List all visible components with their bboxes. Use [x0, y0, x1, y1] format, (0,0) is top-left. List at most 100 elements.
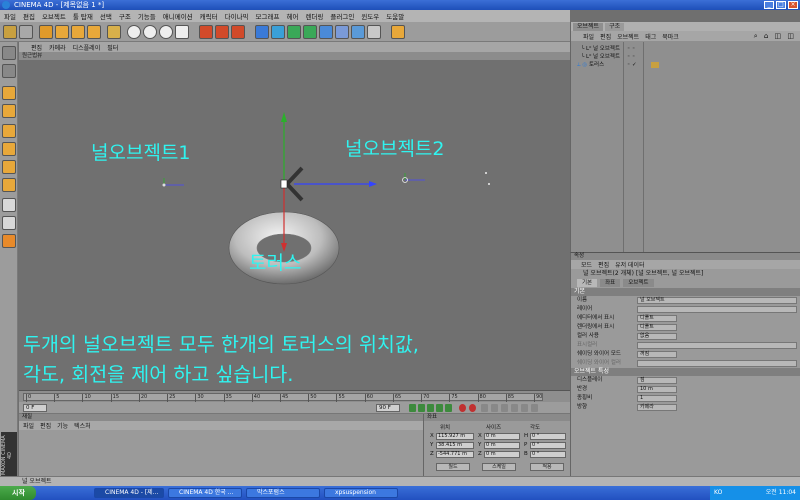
tab-structure[interactable]: 구조 [605, 23, 625, 31]
y-axis-icon[interactable] [143, 25, 157, 39]
xray-mode-dropdown[interactable]: 꺼짐 [637, 351, 677, 358]
edges-mode-icon[interactable] [2, 142, 16, 156]
object-mode-icon[interactable] [2, 64, 16, 78]
start-button[interactable]: 시작 [0, 486, 36, 500]
mat-menu-file[interactable]: 파일 [23, 421, 34, 430]
rotate-icon[interactable] [87, 25, 101, 39]
mat-menu-edit[interactable]: 편집 [40, 421, 51, 430]
om-menu-bookmark[interactable]: 북마크 [662, 32, 679, 41]
tweak-mode-icon[interactable] [2, 198, 16, 212]
nurbs-icon[interactable] [287, 25, 301, 39]
am-menu-mode[interactable]: 모드 [581, 260, 592, 269]
timeline-ruler[interactable]: 0 5 10 15 20 25 30 35 40 45 50 55 60 65 70 75 80 85 90 [23, 393, 543, 402]
coordinate-system-icon[interactable] [175, 25, 189, 39]
size-y-field[interactable]: 0 m [484, 442, 520, 449]
viewport-menu-edit[interactable]: 편집 [31, 43, 42, 52]
array-icon[interactable] [303, 25, 317, 39]
viewport-menu-camera[interactable]: 카메라 [49, 43, 66, 52]
tab-objects[interactable]: 오브젝트 [573, 23, 604, 31]
texture-mode-icon[interactable] [2, 86, 16, 100]
size-z-field[interactable]: 0 m [484, 451, 520, 458]
display-dropdown[interactable]: 점 [637, 377, 677, 384]
orientation-dropdown[interactable]: 카메라 [637, 404, 677, 411]
menu-character[interactable]: 캐릭터 [200, 11, 218, 21]
model-mode-icon[interactable] [2, 46, 16, 60]
am-tab-coord[interactable]: 좌표 [600, 279, 621, 287]
radius-field[interactable]: 10 m [637, 386, 677, 393]
go-to-end-button[interactable] [445, 404, 452, 412]
om-search-icon[interactable]: ⌕ ⌂ ◫ ◫ [754, 32, 796, 41]
next-frame-button[interactable] [436, 404, 443, 412]
am-menu-userdata[interactable]: 유저 데이터 [615, 260, 645, 269]
mat-menu-function[interactable]: 기능 [57, 421, 68, 430]
workplane-icon[interactable] [2, 234, 16, 248]
visibility-dots-icon-2[interactable]: ◦ ◦ [627, 53, 635, 61]
menu-render[interactable]: 렌더링 [305, 11, 323, 21]
name-field[interactable]: 널 오브젝트 [637, 297, 797, 304]
key-scale-button[interactable] [501, 404, 508, 412]
rotation-h-field[interactable]: 0 ° [530, 433, 566, 440]
points-mode-icon[interactable] [2, 124, 16, 138]
animation-mode-icon[interactable] [2, 178, 16, 192]
visibility-dots-icon-3[interactable]: ◦ ✓ [627, 61, 637, 69]
undo-icon[interactable] [3, 25, 17, 39]
mat-menu-texture[interactable]: 텍스처 [74, 421, 91, 430]
render-view-icon[interactable] [199, 25, 213, 39]
maximize-button[interactable]: □ [776, 1, 786, 9]
deformer-icon[interactable] [319, 25, 333, 39]
spline-icon[interactable] [271, 25, 285, 39]
om-menu-edit[interactable]: 편집 [600, 32, 611, 41]
display-color-field[interactable] [637, 342, 797, 349]
menu-window[interactable]: 윈도우 [361, 11, 379, 21]
size-x-field[interactable]: 0 m [484, 433, 520, 440]
prev-frame-button[interactable] [418, 404, 425, 412]
render-visible-dropdown[interactable]: 디폴트 [637, 324, 677, 331]
size-mode-dropdown[interactable]: 스케일 [482, 463, 516, 471]
task-maxforum[interactable]: 막스포럼스 [246, 488, 320, 498]
key-parameter-button[interactable] [521, 404, 528, 412]
viewport-menu-filter[interactable]: 필터 [107, 43, 118, 52]
cube-icon[interactable] [255, 25, 269, 39]
play-button[interactable] [427, 404, 434, 412]
polygons-mode-icon[interactable] [2, 160, 16, 174]
apply-button[interactable]: 적용 [530, 463, 564, 471]
position-x-field[interactable]: 115.927 m [436, 433, 474, 440]
z-axis-icon[interactable] [159, 25, 173, 39]
redo-icon[interactable] [19, 25, 33, 39]
task-cinema4d-korea[interactable]: CINEMA 4D 한국 ... [168, 488, 242, 498]
key-position-button[interactable] [491, 404, 498, 412]
camera-icon[interactable] [351, 25, 365, 39]
am-menu-edit[interactable]: 편집 [598, 260, 609, 269]
coord-mode-dropdown[interactable]: 월드 [436, 463, 470, 471]
position-y-field[interactable]: 38.415 m [436, 442, 474, 449]
menu-dynamics[interactable]: 다이나믹 [225, 11, 249, 21]
aspect-field[interactable]: 1 [637, 395, 677, 402]
menu-tools[interactable]: 툴 탑재 [73, 11, 93, 21]
snap-icon[interactable] [2, 216, 16, 230]
task-cinema4d[interactable]: CINEMA 4D - [제... [94, 488, 164, 498]
axis-mode-icon[interactable] [2, 104, 16, 118]
visibility-dots-icon[interactable]: ◦ ◦ [627, 45, 635, 53]
null-object-2-axis[interactable] [402, 172, 491, 185]
tool-icon[interactable] [391, 25, 405, 39]
keyframe-selection-button[interactable] [481, 404, 488, 412]
key-pla-button[interactable] [531, 404, 538, 412]
xray-color-field[interactable] [637, 360, 797, 367]
render-picture-icon[interactable] [215, 25, 229, 39]
menu-mograph[interactable]: 모그래프 [256, 11, 280, 21]
om-menu-file[interactable]: 파일 [583, 32, 594, 41]
timeline[interactable]: 0 5 10 15 20 25 30 35 40 45 50 55 60 65 70 75 80 85 90 [19, 390, 570, 402]
live-select-icon[interactable] [39, 25, 53, 39]
language-indicator[interactable]: KO [714, 489, 722, 496]
menu-file[interactable]: 파일 [4, 11, 16, 21]
menu-hair[interactable]: 헤어 [286, 11, 298, 21]
task-xpsuspension[interactable]: xpsuspension [324, 488, 398, 498]
end-frame-field[interactable]: 90 F [376, 404, 400, 412]
rotation-p-field[interactable]: 0 ° [530, 442, 566, 449]
viewport-menu-display[interactable]: 디스플레이 [73, 43, 101, 52]
autokey-button[interactable] [469, 404, 476, 412]
om-menu-tag[interactable]: 태그 [645, 32, 656, 41]
om-menu-object[interactable]: 오브젝트 [617, 32, 639, 41]
am-tab-basic[interactable]: 기본 [577, 279, 598, 287]
menu-structure[interactable]: 구조 [119, 11, 131, 21]
